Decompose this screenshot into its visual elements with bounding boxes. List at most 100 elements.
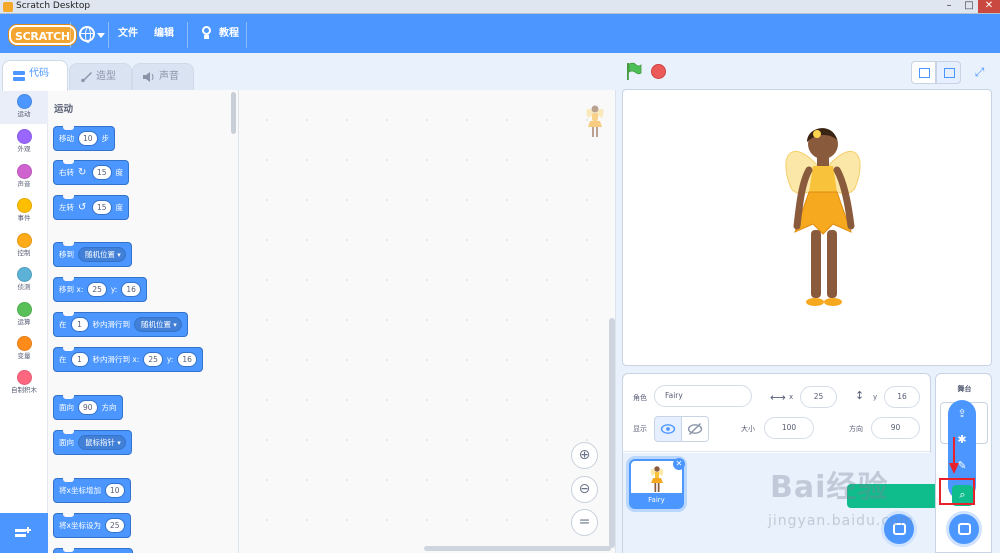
script-horizontal-scrollbar[interactable]	[424, 546, 611, 551]
tab-costumes[interactable]: 造型	[69, 63, 132, 90]
category-my-blocks[interactable]: 自制积木	[0, 366, 48, 400]
show-eye-icon[interactable]	[654, 416, 682, 442]
menu-edit[interactable]: 编辑	[154, 26, 174, 42]
block-number-input[interactable]: 25	[104, 518, 125, 533]
window-titlebar: Scratch Desktop – □ ✕	[0, 0, 1000, 14]
stop-button[interactable]	[651, 64, 666, 79]
script-vertical-scrollbar[interactable]	[609, 318, 615, 548]
tab-code[interactable]: 代码	[2, 60, 68, 91]
brush-icon	[81, 72, 92, 82]
close-button[interactable]: ✕	[978, 0, 1000, 13]
script-area[interactable]: ⊕ ⊖ =	[239, 90, 616, 553]
language-globe-icon[interactable]	[79, 26, 95, 43]
block-number-input[interactable]: 10	[104, 483, 125, 498]
menu-divider	[246, 22, 247, 48]
delete-sprite-icon[interactable]: ✕	[673, 458, 685, 470]
block-number-input[interactable]: 16	[121, 282, 141, 297]
category-dot	[16, 164, 32, 179]
size-field[interactable]: 100	[764, 417, 814, 439]
maximize-button[interactable]: □	[958, 0, 980, 13]
minimize-button[interactable]: –	[938, 0, 960, 13]
block-goto-xy[interactable]: 移到 x: 25 y: 16	[53, 277, 147, 302]
block-number-input[interactable]: 25	[143, 352, 163, 367]
add-extension-button[interactable]	[0, 513, 48, 553]
tutorial-bulb-icon[interactable]	[200, 26, 212, 40]
block-dropdown[interactable]: 随机位置	[134, 317, 182, 332]
category-looks[interactable]: 外观	[0, 125, 48, 159]
palette-scrollbar[interactable]	[231, 92, 236, 134]
block-number-input[interactable]: 15	[92, 165, 112, 180]
menu-file[interactable]: 文件	[118, 26, 138, 42]
category-operators[interactable]: 运算	[0, 298, 48, 332]
block-number-input[interactable]: 1	[70, 352, 89, 367]
small-stage-button[interactable]	[911, 61, 936, 84]
block-point-direction[interactable]: 面向 90 方向	[53, 395, 123, 420]
category-events[interactable]: 事件	[0, 194, 48, 228]
block-change-x[interactable]: 将x坐标增加 10	[53, 478, 131, 503]
block-number-input[interactable]: 10	[78, 131, 98, 146]
block-text: 右转	[59, 168, 74, 177]
category-variables[interactable]: 变量	[0, 332, 48, 366]
block-turn-left[interactable]: 左转 ↺ 15 度	[53, 195, 130, 220]
fullscreen-icon[interactable]: ⤢	[967, 61, 992, 84]
stage[interactable]	[622, 89, 992, 366]
fairy-sprite[interactable]	[773, 114, 873, 316]
block-partial[interactable]	[53, 548, 133, 553]
block-text: 移动	[59, 134, 74, 143]
category-sound[interactable]: 声音	[0, 160, 48, 194]
category-label: 自制积木	[11, 386, 37, 394]
block-move-steps[interactable]: 移动 10 步	[53, 126, 116, 151]
zoom-out-button[interactable]: ⊖	[571, 476, 598, 503]
normal-stage-button[interactable]	[936, 61, 961, 84]
sprite-name-field[interactable]: Fairy	[654, 385, 752, 407]
block-glide-xy[interactable]: 在 1 秒内滑行到 x: 25 y: 16	[53, 347, 203, 372]
block-text: 步	[101, 134, 110, 143]
block-text: 方向	[101, 403, 117, 412]
palette-heading: 运动	[54, 104, 74, 115]
block-text: 在	[59, 355, 67, 364]
category-dot	[16, 336, 32, 351]
block-point-towards[interactable]: 面向 鼠标指针	[53, 430, 132, 455]
scratch-logo[interactable]: SCRATCH	[9, 25, 76, 45]
category-label: 声音	[17, 180, 31, 188]
rotate-right-icon: ↻	[78, 166, 87, 178]
block-dropdown[interactable]: 随机位置	[78, 247, 126, 262]
category-control[interactable]: 控制	[0, 229, 48, 263]
x-position-field[interactable]: 25	[800, 386, 837, 408]
category-sensing[interactable]: 侦测	[0, 263, 48, 297]
menu-tutorials[interactable]: 教程	[219, 26, 239, 42]
green-flag-icon[interactable]	[626, 62, 642, 80]
block-number-input[interactable]: 16	[177, 352, 197, 367]
block-number-input[interactable]: 25	[87, 282, 107, 297]
category-motion[interactable]: 运动	[0, 90, 48, 124]
fairy-thumbnail-icon	[650, 466, 664, 492]
block-number-input[interactable]: 90	[78, 400, 98, 415]
choose-backdrop-button[interactable]	[946, 511, 982, 547]
block-turn-right[interactable]: 右转 ↻ 15 度	[53, 160, 130, 185]
block-text: y:	[166, 355, 174, 364]
vertical-arrows-icon: ↕	[855, 389, 865, 402]
category-dot	[16, 233, 32, 248]
zoom-in-button[interactable]: ⊕	[571, 442, 598, 469]
upload-sprite-icon[interactable]: ⇪	[954, 406, 970, 422]
sprite-thumbnail[interactable]: ✕ Fairy	[629, 458, 685, 509]
block-dropdown[interactable]: 鼠标指针	[78, 435, 126, 450]
y-position-field[interactable]: 16	[884, 386, 920, 408]
block-goto[interactable]: 移到 随机位置	[53, 242, 132, 267]
block-set-x[interactable]: 将x坐标设为 25	[53, 513, 131, 538]
block-number-input[interactable]: 1	[70, 317, 89, 332]
code-blocks-icon	[13, 71, 25, 81]
hide-eye-icon[interactable]	[681, 416, 709, 442]
app-icon	[3, 2, 13, 12]
tab-sounds[interactable]: 声音	[132, 63, 194, 90]
chevron-down-icon[interactable]	[97, 33, 105, 38]
block-text: 度	[115, 168, 124, 177]
block-number-input[interactable]: 15	[92, 200, 112, 215]
speaker-icon	[143, 72, 154, 82]
category-label: 运算	[17, 318, 31, 326]
menu-divider	[70, 22, 71, 48]
zoom-reset-button[interactable]: =	[571, 509, 598, 536]
watermark: Bai经验	[770, 470, 889, 505]
block-glide-to[interactable]: 在 1 秒内滑行到 随机位置	[53, 312, 188, 337]
direction-field[interactable]: 90	[871, 417, 920, 439]
